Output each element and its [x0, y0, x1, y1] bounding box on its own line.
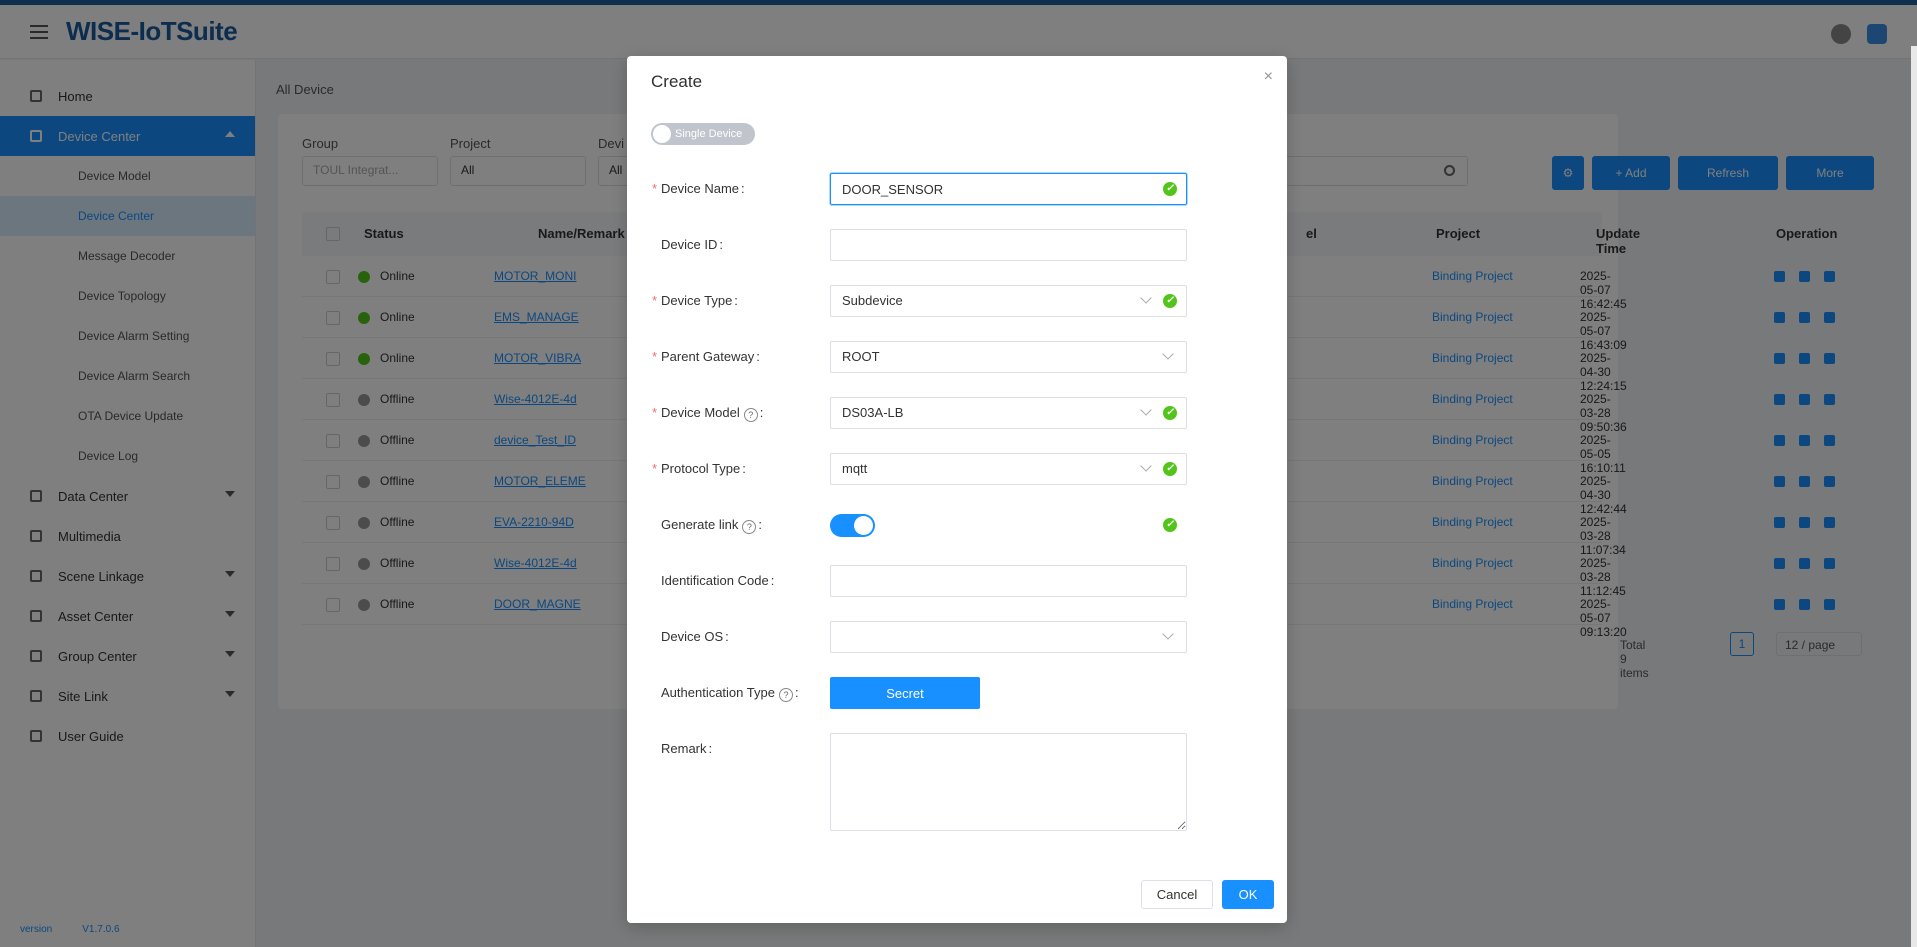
protocol-type-select[interactable]: mqtt	[830, 453, 1187, 485]
valid-check-icon: ✓	[1163, 406, 1177, 420]
single-device-switch[interactable]: Single Device	[651, 123, 755, 145]
required-marker: *	[652, 293, 658, 308]
remark-label: Remark:	[661, 741, 713, 756]
valid-check-icon: ✓	[1163, 462, 1177, 476]
device-os-row: Device OS:	[627, 621, 1287, 653]
toggle-knob	[854, 516, 873, 535]
remark-row: Remark:	[627, 733, 1287, 831]
required-marker: *	[652, 349, 658, 364]
help-icon[interactable]: ?	[743, 408, 758, 422]
protocol-type-label: Protocol Type:	[661, 461, 746, 476]
device-os-label: Device OS:	[661, 629, 729, 644]
parent-gateway-row: * Parent Gateway: ROOT	[627, 341, 1287, 373]
authentication-type-label: Authentication Type?:	[661, 685, 799, 702]
device-id-label: Device ID:	[661, 237, 723, 252]
remark-textarea[interactable]	[830, 733, 1187, 831]
generate-link-label: Generate link?:	[661, 517, 762, 534]
device-model-label: Device Model?:	[661, 405, 764, 422]
device-id-row: Device ID:	[627, 229, 1287, 261]
parent-gateway-label: Parent Gateway:	[661, 349, 760, 364]
identification-code-label: Identification Code:	[661, 573, 775, 588]
identification-code-input[interactable]	[830, 565, 1187, 597]
required-marker: *	[652, 405, 658, 420]
device-type-row: * Device Type: Subdevice ✓	[627, 285, 1287, 317]
device-type-select[interactable]: Subdevice	[830, 285, 1187, 317]
device-model-select[interactable]: DS03A-LB	[830, 397, 1187, 429]
help-icon[interactable]: ?	[742, 520, 757, 534]
close-icon[interactable]: ×	[1264, 68, 1273, 86]
page-scrollbar[interactable]	[1911, 46, 1917, 947]
valid-check-icon: ✓	[1163, 518, 1177, 532]
help-icon[interactable]: ?	[778, 688, 793, 702]
generate-link-toggle[interactable]	[830, 514, 875, 537]
authentication-type-row: Authentication Type?: Secret	[627, 677, 1287, 709]
identification-code-row: Identification Code:	[627, 565, 1287, 597]
device-type-label: Device Type:	[661, 293, 738, 308]
ok-button[interactable]: OK	[1222, 880, 1274, 909]
device-name-row: * Device Name: ✓	[627, 173, 1287, 205]
device-name-label: Device Name:	[661, 181, 745, 196]
device-model-row: * Device Model?: DS03A-LB ✓	[627, 397, 1287, 429]
dialog-title: Create	[651, 72, 703, 91]
protocol-type-row: * Protocol Type: mqtt ✓	[627, 453, 1287, 485]
required-marker: *	[652, 461, 658, 476]
secret-button[interactable]: Secret	[830, 677, 980, 709]
create-device-dialog: Create × Single Device * Device Name: ✓ …	[627, 56, 1287, 923]
device-id-input[interactable]	[830, 229, 1187, 261]
required-marker: *	[652, 181, 658, 196]
valid-check-icon: ✓	[1163, 182, 1177, 196]
cancel-button[interactable]: Cancel	[1141, 880, 1213, 909]
valid-check-icon: ✓	[1163, 294, 1177, 308]
generate-link-row: Generate link?: ✓	[627, 509, 1287, 541]
parent-gateway-select[interactable]: ROOT	[830, 341, 1187, 373]
device-os-select[interactable]	[830, 621, 1187, 653]
switch-knob	[653, 125, 671, 143]
single-device-label: Single Device	[675, 128, 743, 140]
device-name-input[interactable]	[830, 173, 1187, 205]
